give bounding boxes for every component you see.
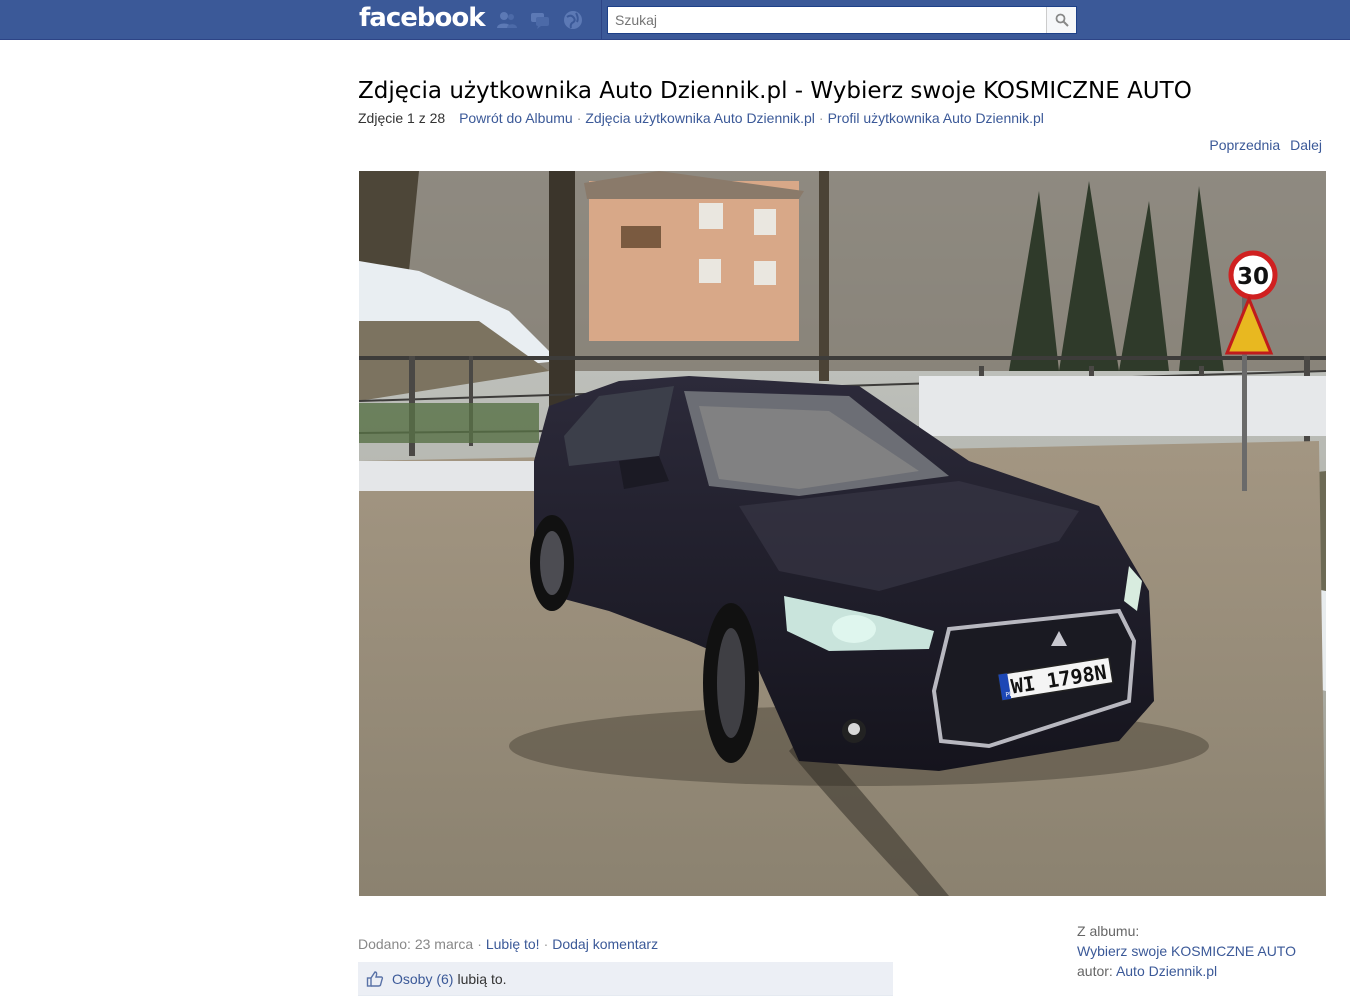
- car-photo: 30 PL WI 1798N: [359, 171, 1326, 896]
- album-name-link[interactable]: Wybierz swoje KOSMICZNE AUTO: [1077, 943, 1296, 959]
- thumbs-up-icon: [366, 970, 384, 987]
- messages-icon[interactable]: [529, 10, 551, 30]
- search-input[interactable]: [608, 7, 1046, 33]
- previous-photo-link[interactable]: Poprzednia: [1209, 137, 1280, 153]
- photo-meta: Dodano: 23 marca · Lubię to! · Dodaj komenta…: [358, 936, 658, 952]
- search-box: [607, 6, 1077, 34]
- like-link[interactable]: Lubię to!: [486, 936, 540, 952]
- notifications-icon[interactable]: [562, 10, 584, 30]
- user-photos-link[interactable]: Zdjęcia użytkownika Auto Dziennik.pl: [585, 110, 815, 126]
- separator-dot: ·: [543, 936, 549, 952]
- facebook-logo[interactable]: facebook: [359, 3, 486, 33]
- friend-requests-icon[interactable]: [496, 10, 518, 30]
- album-info: Z albumu: Wybierz swoje KOSMICZNE AUTO a…: [1077, 921, 1296, 981]
- top-navigation-bar: facebook: [0, 0, 1350, 40]
- photo-navigation: Poprzednia Dalej: [1203, 137, 1322, 153]
- from-album-label: Z albumu:: [1077, 923, 1140, 939]
- page-title: Zdjęcia użytkownika Auto Dziennik.pl - W…: [358, 78, 1192, 104]
- separator-dot: ·: [576, 110, 582, 126]
- photo-breadcrumb: Zdjęcie 1 z 28 Powrót do Albumu · Zdjęcia …: [358, 110, 1044, 126]
- add-comment-link[interactable]: Dodaj komentarz: [552, 936, 658, 952]
- author-prefix: autor:: [1077, 963, 1113, 979]
- photo-counter: Zdjęcie 1 z 28: [358, 110, 446, 126]
- user-profile-link[interactable]: Profil użytkownika Auto Dziennik.pl: [828, 110, 1044, 126]
- people-who-like-link[interactable]: Osoby (6): [392, 971, 453, 987]
- likes-box: Osoby (6) lubią to.: [358, 962, 893, 996]
- topbar-divider: [601, 0, 602, 40]
- added-date: Dodano: 23 marca: [358, 936, 474, 952]
- speed-limit-sign-text: 30: [1237, 264, 1269, 290]
- search-icon: [1055, 13, 1069, 27]
- like-suffix: lubią to.: [457, 970, 507, 987]
- next-photo-link[interactable]: Dalej: [1290, 137, 1322, 153]
- separator-dot: ·: [818, 110, 824, 126]
- back-to-album-link[interactable]: Powrót do Albumu: [459, 110, 573, 126]
- main-photo[interactable]: 30 PL WI 1798N: [359, 171, 1326, 896]
- separator-dot: ·: [477, 936, 482, 952]
- search-button[interactable]: [1046, 7, 1076, 33]
- album-author-link[interactable]: Auto Dziennik.pl: [1116, 963, 1217, 979]
